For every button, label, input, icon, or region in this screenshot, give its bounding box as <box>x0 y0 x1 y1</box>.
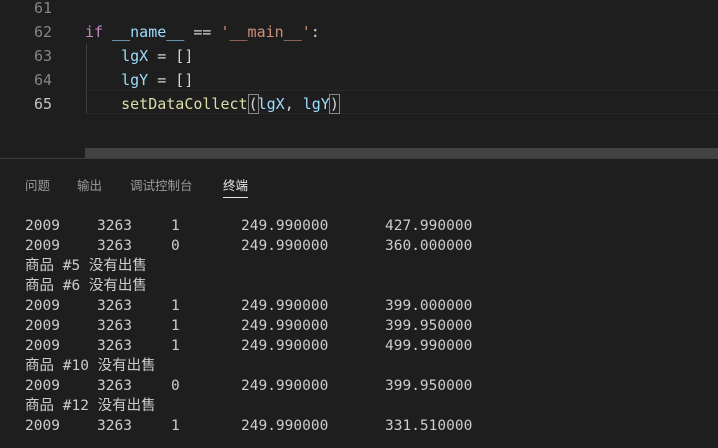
terminal-cell: 249.990000 <box>241 378 329 394</box>
terminal-cell: 2009 <box>25 378 60 394</box>
code-text: setDataCollect(lgX, lgY) <box>121 94 340 114</box>
terminal-cell: 399.950000 <box>385 378 473 394</box>
code-line[interactable]: 62 if __name__ == '__main__': <box>0 21 718 44</box>
terminal-cell: 249.990000 <box>241 338 329 354</box>
terminal-cell: 3263 <box>97 418 132 434</box>
terminal-cell: 商品 #12 没有出售 <box>25 398 156 414</box>
panel-tabs: 问题 输出 调试控制台 终端 <box>0 159 718 207</box>
terminal-cell: 427.990000 <box>385 218 473 234</box>
terminal-cell: 商品 #6 没有出售 <box>25 278 147 294</box>
terminal-cell: 商品 #5 没有出售 <box>25 258 147 274</box>
code-editor[interactable]: 61 62 if __name__ == '__main__': 63 lgX = [… <box>0 0 718 148</box>
terminal-cell: 3263 <box>97 318 132 334</box>
terminal-cell: 249.990000 <box>241 218 329 234</box>
terminal-cell: 3263 <box>97 298 132 314</box>
terminal-cell: 399.000000 <box>385 298 473 314</box>
terminal-cell: 249.990000 <box>241 298 329 314</box>
terminal-cell: 360.000000 <box>385 238 473 254</box>
terminal-cell: 3263 <box>97 218 132 234</box>
bottom-panel: 问题 输出 调试控制台 终端 2009 3263 1 249.990000 427.99… <box>0 158 718 448</box>
terminal-cell: 249.990000 <box>241 318 329 334</box>
terminal-cell: 1 <box>171 218 180 234</box>
terminal-cell: 249.990000 <box>241 418 329 434</box>
editor-horizontal-scrollbar[interactable] <box>85 148 718 158</box>
tab-problems[interactable]: 问题 <box>25 175 50 194</box>
line-number: 61 <box>33 0 52 17</box>
tab-output[interactable]: 输出 <box>77 175 102 194</box>
terminal-cell: 1 <box>171 318 180 334</box>
terminal-cell: 499.990000 <box>385 338 473 354</box>
tab-terminal[interactable]: 终端 <box>223 175 249 198</box>
line-number: 64 <box>33 71 52 89</box>
code-text: if __name__ == '__main__': <box>85 23 320 41</box>
terminal-cell: 3263 <box>97 238 132 254</box>
terminal-cell: 1 <box>171 338 180 354</box>
terminal-cell: 2009 <box>25 318 60 334</box>
terminal-cell: 331.510000 <box>385 418 473 434</box>
terminal-cell: 2009 <box>25 338 60 354</box>
line-number: 62 <box>33 23 52 41</box>
code-line[interactable]: 65 setDataCollect(lgX, lgY) <box>0 93 718 116</box>
code-line[interactable]: 64 lgY = [] <box>0 69 718 92</box>
terminal-cell: 2009 <box>25 218 60 234</box>
line-number: 63 <box>33 47 52 65</box>
terminal-cell: 1 <box>171 298 180 314</box>
code-line[interactable]: 61 <box>0 0 718 20</box>
terminal-cell: 399.950000 <box>385 318 473 334</box>
terminal-cell: 2009 <box>25 418 60 434</box>
tab-debug-console[interactable]: 调试控制台 <box>130 175 193 194</box>
terminal-cell: 3263 <box>97 338 132 354</box>
line-number: 65 <box>33 95 52 113</box>
terminal-cell: 商品 #10 没有出售 <box>25 358 156 374</box>
terminal-cell: 0 <box>171 378 180 394</box>
terminal-cell: 2009 <box>25 238 60 254</box>
code-text: lgX = [] <box>121 47 194 65</box>
code-text: lgY = [] <box>121 71 194 89</box>
terminal-cell: 249.990000 <box>241 238 329 254</box>
terminal-cell: 2009 <box>25 298 60 314</box>
code-line[interactable]: 63 lgX = [] <box>0 45 718 68</box>
terminal-cell: 0 <box>171 238 180 254</box>
terminal-cell: 3263 <box>97 378 132 394</box>
terminal-cell: 1 <box>171 418 180 434</box>
